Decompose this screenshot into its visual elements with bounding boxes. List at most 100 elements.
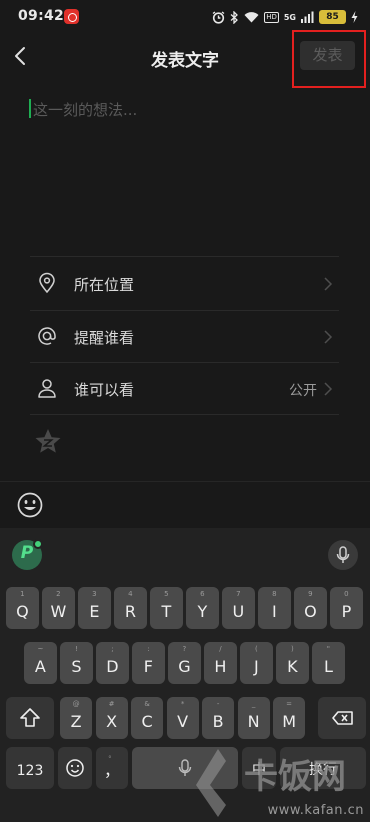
key-label: F — [143, 657, 153, 676]
key-i[interactable]: 8I — [258, 587, 291, 629]
key-label: A — [34, 657, 46, 676]
key-j[interactable]: (J — [240, 642, 273, 684]
key-secondary-label: 2 — [56, 590, 61, 598]
key-h[interactable]: / H — [204, 642, 237, 684]
hd-badge: HD — [264, 11, 279, 23]
key-label: U — [232, 602, 245, 621]
key-k[interactable]: ) K — [276, 642, 309, 684]
key-c[interactable]: & C — [131, 697, 164, 739]
key-label: D — [106, 657, 119, 676]
key-t[interactable]: 5T — [150, 587, 183, 629]
key-a[interactable]: ~ A — [24, 642, 57, 684]
keyboard-toolbar: P — [0, 528, 370, 582]
publish-highlight-box — [292, 30, 366, 88]
space-key[interactable] — [132, 747, 238, 789]
key-secondary-label: ( — [255, 645, 258, 653]
key-label: J — [254, 657, 259, 676]
key-label: E — [89, 602, 100, 621]
shift-arrow-icon — [20, 708, 40, 727]
key-label: B — [212, 712, 224, 731]
key-d[interactable]: ; D — [96, 642, 129, 684]
key-secondary-label: = — [286, 700, 293, 708]
divider — [30, 414, 339, 415]
wifi-icon — [244, 12, 259, 23]
language-switch-key[interactable]: 中 — [242, 747, 276, 789]
key-label: R — [124, 602, 136, 621]
key-secondary-label: 7 — [236, 590, 241, 598]
key-label: O — [304, 602, 317, 621]
soft-keyboard: P 1Q2W3E4R5T6Y7U8I9O0P ~ A! S; D: F? G / H(J) K "… — [0, 528, 370, 822]
key-secondary-label: 4 — [128, 590, 133, 598]
enter-key-label: 换行 — [309, 762, 337, 778]
key-m[interactable]: = M — [273, 697, 306, 739]
emoji-smiley-icon[interactable] — [16, 491, 44, 519]
key-label: P — [341, 602, 352, 621]
key-p[interactable]: 0P — [330, 587, 363, 629]
qzone-star-icon[interactable] — [34, 428, 62, 454]
enter-key[interactable]: 换行 — [280, 747, 366, 789]
status-bar: 09:42 HD 5G 85 — [0, 0, 370, 34]
key-y[interactable]: 6Y — [186, 587, 219, 629]
key-secondary-label: # — [108, 700, 115, 708]
key-g[interactable]: ? G — [168, 642, 201, 684]
text-cursor — [29, 99, 31, 118]
key-secondary-label: & — [144, 700, 150, 708]
option-visibility[interactable]: 谁可以看 公开 — [30, 363, 339, 415]
key-x[interactable]: # X — [95, 697, 128, 739]
key-secondary-label: - — [216, 700, 220, 708]
language-key-label: 中 — [252, 762, 266, 778]
key-secondary-label: ! — [74, 645, 78, 653]
key-n[interactable]: _ N — [237, 697, 270, 739]
key-l[interactable]: " L — [312, 642, 345, 684]
key-label: C — [141, 712, 153, 731]
key-label: T — [161, 602, 172, 621]
key-secondary-label: 5 — [164, 590, 169, 598]
key-secondary-label: ? — [182, 645, 187, 653]
bluetooth-icon — [230, 10, 239, 24]
option-value: 公开 — [289, 383, 317, 399]
notification-dot — [33, 539, 43, 549]
key-f[interactable]: :F — [132, 642, 165, 684]
key-label: L — [323, 657, 333, 676]
shift-key[interactable] — [6, 697, 54, 739]
post-text-input[interactable]: 这一刻的想法... — [33, 99, 137, 120]
key-q[interactable]: 1Q — [6, 587, 39, 629]
key-r[interactable]: 4R — [114, 587, 147, 629]
option-remind[interactable]: 提醒谁看 — [30, 311, 339, 363]
keyboard-logo-button[interactable]: P — [12, 539, 43, 570]
key-label: H — [214, 657, 227, 676]
network-type: 5G — [283, 12, 296, 22]
key-w[interactable]: 2W — [42, 587, 75, 629]
backspace-key[interactable] — [318, 697, 366, 739]
emoji-toolbar — [0, 481, 370, 528]
option-location[interactable]: 所在位置 — [30, 258, 339, 310]
key-e[interactable]: 3E — [78, 587, 111, 629]
status-time: 09:42 — [18, 8, 65, 24]
key-secondary-label: 0 — [344, 590, 349, 598]
charging-icon — [351, 11, 358, 23]
voice-input-button[interactable] — [328, 540, 358, 570]
key-u[interactable]: 7U — [222, 587, 255, 629]
key-s[interactable]: ! S — [60, 642, 93, 684]
numbers-key-label: 123 — [16, 763, 44, 779]
battery-indicator: 85 — [319, 10, 346, 24]
key-label: V — [177, 712, 189, 731]
key-z[interactable]: @ Z — [60, 697, 93, 739]
at-sign-icon — [38, 327, 56, 345]
key-label: Y — [197, 602, 208, 621]
key-o[interactable]: 9O — [294, 587, 327, 629]
emoji-key[interactable] — [58, 747, 92, 789]
key-v[interactable]: * V — [166, 697, 199, 739]
chevron-right-icon — [324, 277, 333, 291]
emoji-key-icon — [66, 759, 84, 777]
comma-key[interactable]: 。 ， — [96, 747, 128, 789]
option-label: 提醒谁看 — [74, 329, 135, 347]
backspace-icon — [332, 711, 353, 725]
key-label: G — [178, 657, 191, 676]
chevron-right-icon — [324, 330, 333, 344]
key-secondary-label: * — [180, 700, 185, 708]
signal-icon — [301, 11, 314, 23]
key-b[interactable]: -B — [202, 697, 235, 739]
key-secondary-label: 8 — [272, 590, 277, 598]
numbers-key[interactable]: 123 — [6, 747, 54, 789]
